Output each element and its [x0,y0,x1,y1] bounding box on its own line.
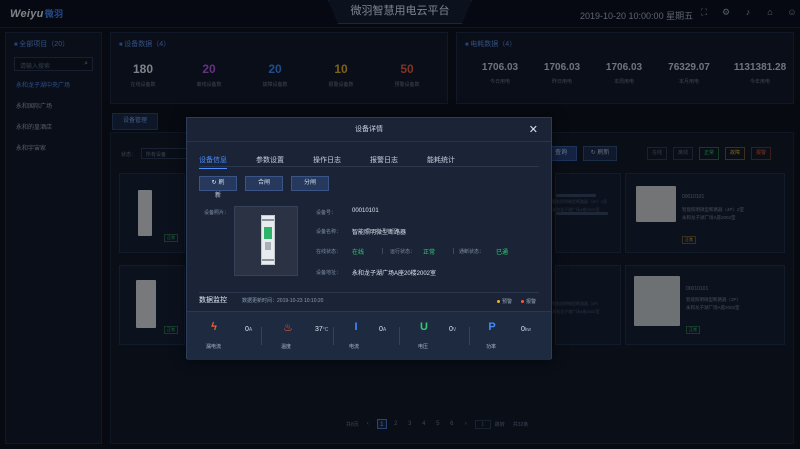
close-icon[interactable]: ✕ [529,118,538,142]
legend-warning: 预警 [497,298,512,305]
open-switch-button[interactable]: 分闸 [291,176,329,191]
tab-operation-log[interactable]: 操作日志 [313,155,341,169]
comm-status-value: 已通 [496,250,509,256]
device-no-value: 00010101 [352,208,379,214]
tab-parameter-settings[interactable]: 参数设置 [256,155,284,169]
photo-label: 设备照片： [204,210,230,216]
online-status-value: 在线 [352,250,365,256]
breaker-image [261,215,275,265]
device-address-value: 永和龙子湖广场A座20楼2002室 [352,271,437,277]
online-status-label: 在线状态： [316,249,342,255]
tab-device-info[interactable]: 设备信息 [199,155,227,169]
monitor-title: 数据监控 [199,297,227,304]
modal-tabs: 设备信息 参数设置 操作日志 报警日志 能耗统计 [199,155,484,169]
device-photo [234,206,298,276]
modal-header: 设备详情 ✕ [187,118,551,142]
monitor-update-time: 数据更新时间：2019-10-23 10:10:20 [242,298,324,304]
tab-alarm-log[interactable]: 报警日志 [370,155,398,169]
legend-alarm: 报警 [521,298,536,305]
voltage-icon: U [420,321,428,333]
device-address-label: 设备地址： [316,270,342,276]
close-switch-button[interactable]: 合闸 [245,176,283,191]
refresh-icon: ↻ [211,180,217,186]
run-status-value: 正常 [423,250,436,256]
current-icon: I [354,321,358,333]
modal-action-buttons: ↻ 刷新 合闸 分闸 [199,176,329,199]
monitor-metrics-bar: ϟ 漏电流 0A ♨ 温度 37°C I 电流 0A U 电压 0V P 功率 … [187,311,551,360]
power-icon: P [488,321,496,333]
thermometer-icon: ♨ [283,322,293,334]
modal-title: 设备详情 [355,126,383,133]
refresh-button[interactable]: ↻ 刷新 [199,176,237,199]
tab-energy-statistics[interactable]: 能耗统计 [427,155,455,169]
device-detail-modal: 设备详情 ✕ 设备信息 参数设置 操作日志 报警日志 能耗统计 ↻ 刷新 合闸 分… [186,117,552,360]
lightning-icon: ϟ [211,321,217,333]
device-name-label: 设备名称： [316,229,342,235]
comm-status-label: 通断状态： [459,249,485,255]
device-no-label: 设备号： [316,210,337,216]
device-name-value: 智能照明微型断路器 [352,230,407,236]
run-status-label: 运行状态： [390,249,416,255]
